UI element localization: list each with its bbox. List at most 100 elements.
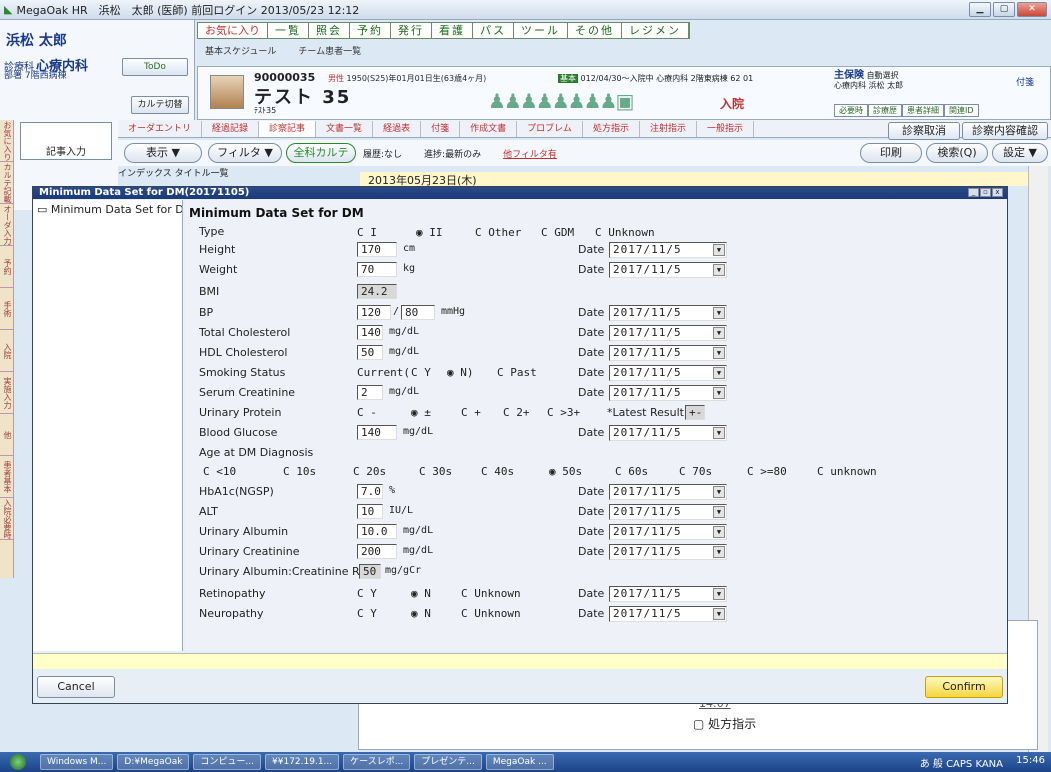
dialog-minimize-button[interactable]: _ — [968, 188, 979, 197]
retinopathy-radio-0[interactable]: C Y — [357, 587, 377, 600]
taskbar-item[interactable]: ケースレポ... — [343, 754, 411, 770]
tree-item[interactable]: ▭ Minimum Data Set for DM — [37, 203, 182, 216]
urine_prot-radio-2[interactable]: C + — [461, 406, 481, 419]
smoking-radio-1[interactable]: ◉ N) — [447, 366, 474, 379]
tab-related-id[interactable]: 関連ID — [944, 104, 979, 117]
age_dx-radio-9[interactable]: C unknown — [817, 465, 877, 478]
dropdown-arrow-icon[interactable]: ▼ — [713, 387, 725, 399]
taskbar-item[interactable]: プレゼンテ... — [414, 754, 482, 770]
start-button[interactable] — [0, 752, 36, 772]
glucose-date-select[interactable]: 2017/11/5 ▼ — [609, 425, 727, 441]
dropdown-arrow-icon[interactable]: ▼ — [713, 244, 725, 256]
dropdown-arrow-icon[interactable]: ▼ — [713, 307, 725, 319]
type-radio-1[interactable]: ◉ II — [416, 226, 443, 239]
smoking-date-select[interactable]: 2017/11/5 ▼ — [609, 365, 727, 381]
tab-7[interactable]: プロブレム — [517, 120, 583, 137]
tab-10[interactable]: 一般指示 — [697, 120, 754, 137]
age_dx-radio-4[interactable]: C 40s — [481, 465, 514, 478]
dropdown-arrow-icon[interactable]: ▼ — [713, 506, 725, 518]
view-button[interactable]: 表示 ▼ — [124, 143, 202, 163]
alt-input[interactable]: 10 — [357, 504, 383, 519]
hdl-date-select[interactable]: 2017/11/5 ▼ — [609, 345, 727, 361]
tab-3[interactable]: 文書一覧 — [316, 120, 374, 137]
all-karte-button[interactable]: 全科カルテ — [286, 143, 356, 163]
type-radio-2[interactable]: C Other — [475, 226, 521, 239]
weight-input[interactable]: 70 — [357, 262, 397, 277]
tab-1[interactable]: 経過記録 — [202, 120, 260, 137]
tab-6[interactable]: 作成文書 — [460, 120, 518, 137]
vertical-tab-9[interactable]: 入院必要時 — [0, 498, 14, 540]
dialog-close-button[interactable]: x — [992, 188, 1003, 197]
bp-systolic-input[interactable]: 120 — [357, 305, 391, 320]
vertical-tab-0[interactable]: お気に入り — [0, 120, 14, 162]
creat-input[interactable]: 2 — [357, 385, 383, 400]
age_dx-radio-7[interactable]: C 70s — [679, 465, 712, 478]
dropdown-arrow-icon[interactable]: ▼ — [713, 327, 725, 339]
tab-4[interactable]: 経過表 — [373, 120, 422, 137]
u_creat-input[interactable]: 200 — [357, 544, 397, 559]
dropdown-arrow-icon[interactable]: ▼ — [713, 588, 725, 600]
hba1c-input[interactable]: 7.0 — [357, 484, 383, 499]
glucose-input[interactable]: 140 — [357, 425, 397, 440]
retinopathy-radio-1[interactable]: ◉ N — [411, 587, 431, 600]
tab-hitsuyouji[interactable]: 必要時 — [834, 104, 868, 117]
menu-item-8[interactable]: その他 — [568, 23, 622, 38]
shinsatsu-confirm-button[interactable]: 診察内容確認 — [962, 122, 1048, 140]
schedule-link[interactable]: 基本スケジュール — [205, 44, 276, 57]
urine_prot-radio-3[interactable]: C 2+ — [503, 406, 530, 419]
tab-shinryoreki[interactable]: 診療歴 — [868, 104, 902, 117]
age_dx-radio-8[interactable]: C >=80 — [747, 465, 787, 478]
dropdown-arrow-icon[interactable]: ▼ — [713, 608, 725, 620]
filter-button[interactable]: フィルタ ▼ — [208, 143, 282, 163]
menu-item-6[interactable]: パス — [473, 23, 514, 38]
neuropathy-date-select[interactable]: 2017/11/5 ▼ — [609, 606, 727, 622]
cancel-button[interactable]: Cancel — [37, 676, 115, 698]
vertical-tab-1[interactable]: カルテ記載 — [0, 162, 14, 204]
age_dx-radio-2[interactable]: C 20s — [353, 465, 386, 478]
tab-2[interactable]: 診察記事 — [259, 120, 317, 137]
urine_prot-radio-4[interactable]: C >3+ — [547, 406, 580, 419]
tab-0[interactable]: オーダエントリ — [118, 120, 203, 137]
taskbar-item[interactable]: MegaOak ... — [485, 754, 554, 770]
maximize-button[interactable]: ▢ — [993, 2, 1015, 17]
u_alb-input[interactable]: 10.0 — [357, 524, 397, 539]
vertical-tab-4[interactable]: 手術 — [0, 288, 14, 330]
minimize-button[interactable]: ▁ — [969, 2, 991, 17]
taskbar-item[interactable]: D:¥MegaOak — [117, 754, 190, 770]
menu-item-0[interactable]: お気に入り — [198, 23, 268, 38]
menu-item-1[interactable]: 一覧 — [268, 23, 309, 38]
height-input[interactable]: 170 — [357, 242, 397, 257]
vertical-tab-7[interactable]: 他 — [0, 414, 14, 456]
menu-item-2[interactable]: 照会 — [309, 23, 350, 38]
dropdown-arrow-icon[interactable]: ▼ — [713, 486, 725, 498]
tab-9[interactable]: 注射指示 — [640, 120, 697, 137]
u_creat-date-select[interactable]: 2017/11/5 ▼ — [609, 544, 727, 560]
search-button[interactable]: 検索(Q) — [926, 143, 988, 163]
smoking-radio-0[interactable]: C Y — [411, 366, 431, 379]
menu-item-4[interactable]: 発行 — [391, 23, 432, 38]
dropdown-arrow-icon[interactable]: ▼ — [713, 546, 725, 558]
age_dx-radio-5[interactable]: ◉ 50s — [549, 465, 582, 478]
todo-button[interactable]: ToDo — [122, 58, 188, 76]
age_dx-radio-1[interactable]: C 10s — [283, 465, 316, 478]
vertical-tab-8[interactable]: 患者基本 — [0, 456, 14, 498]
taskbar-item[interactable]: Windows M... — [40, 754, 114, 770]
total_chol-input[interactable]: 140 — [357, 325, 383, 340]
tab-patient-detail[interactable]: 患者詳細 — [902, 104, 944, 117]
total_chol-date-select[interactable]: 2017/11/5 ▼ — [609, 325, 727, 341]
height-date-select[interactable]: 2017/11/5 ▼ — [609, 242, 727, 258]
u_alb-date-select[interactable]: 2017/11/5 ▼ — [609, 524, 727, 540]
smoking-radio-2[interactable]: C Past — [497, 366, 537, 379]
alt-date-select[interactable]: 2017/11/5 ▼ — [609, 504, 727, 520]
dropdown-arrow-icon[interactable]: ▼ — [713, 427, 725, 439]
kiroku-button[interactable]: 記事入力 — [20, 122, 112, 160]
team-patient-link[interactable]: チーム患者一覧 — [298, 44, 361, 57]
vertical-tab-5[interactable]: 入院 — [0, 330, 14, 372]
urine_prot-radio-1[interactable]: ◉ ± — [411, 406, 431, 419]
menu-item-3[interactable]: 予約 — [350, 23, 391, 38]
urine_prot-radio-0[interactable]: C - — [357, 406, 377, 419]
type-radio-4[interactable]: C Unknown — [595, 226, 655, 239]
weight-date-select[interactable]: 2017/11/5 ▼ — [609, 262, 727, 278]
dropdown-arrow-icon[interactable]: ▼ — [713, 347, 725, 359]
age_dx-radio-3[interactable]: C 30s — [419, 465, 452, 478]
